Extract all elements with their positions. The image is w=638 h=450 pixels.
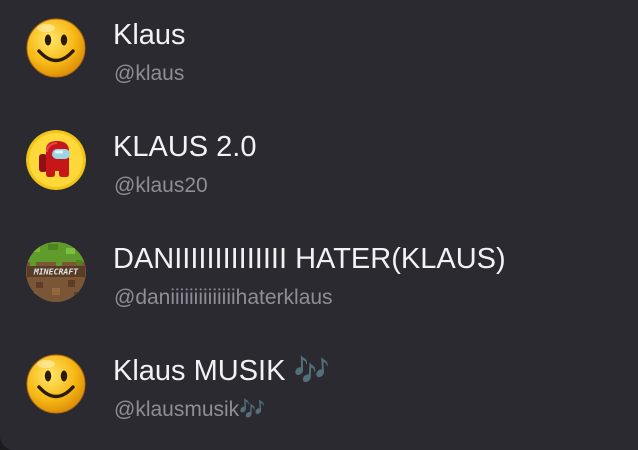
user-result-daniiihaterklaus[interactable]: MINECRAFT DANIIIIIIIIIIIIII HATER(KLAUS)… [0,224,638,336]
user-display-name: Klaus [113,19,186,51]
user-result-klaus20[interactable]: KLAUS 2.0 @klaus20 [0,112,638,224]
user-search-results: Klaus @klaus KLAUS 2.0 @klaus20 MINECRAF… [0,0,638,450]
user-handle: @klaus20 [114,174,208,197]
user-display-name: DANIIIIIIIIIIIIII HATER(KLAUS) [113,243,506,275]
user-handle: @klaus [114,62,185,85]
user-result-klausmusik[interactable]: Klaus MUSIK 🎶 @klausmusik🎶 [0,336,638,448]
minecraft-grass-block-icon: MINECRAFT [26,242,86,302]
user-handle: @klausmusik🎶 [114,398,266,421]
smiley-face-icon [26,18,86,78]
user-display-name: Klaus MUSIK 🎶 [113,355,330,387]
user-result-klaus[interactable]: Klaus @klaus [0,0,638,112]
among-us-crewmate-icon [26,130,86,190]
smiley-face-icon [26,354,86,414]
user-display-name: KLAUS 2.0 [113,131,257,163]
svg-text:MINECRAFT: MINECRAFT [33,267,79,277]
user-handle: @daniiiiiiiiiiiiiihaterklaus [114,286,333,309]
